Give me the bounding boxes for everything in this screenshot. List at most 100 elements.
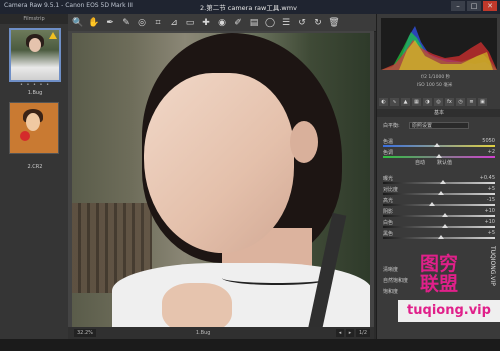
slider-row: 曝光 +0.45 bbox=[383, 175, 495, 184]
white-balance-row: 白平衡: 原照设置 bbox=[383, 122, 495, 131]
preferences-icon[interactable]: ☰ bbox=[280, 17, 292, 29]
minimize-button[interactable]: – bbox=[451, 1, 465, 11]
close-button[interactable]: ✕ bbox=[483, 1, 497, 11]
app-title: Camera Raw 9.5.1 - Canon EOS 5D Mark III bbox=[4, 2, 133, 9]
slider-track[interactable] bbox=[383, 215, 495, 217]
spot-removal-tool-icon[interactable]: ✚ bbox=[200, 17, 212, 29]
graduated-filter-icon[interactable]: ▤ bbox=[248, 17, 260, 29]
subject-hand bbox=[162, 283, 232, 327]
crop-tool-icon[interactable]: ⌗ bbox=[152, 17, 164, 29]
filmstrip-thumbnail-1[interactable] bbox=[9, 28, 61, 82]
slider-track[interactable] bbox=[383, 226, 495, 228]
slider-label: 白色 bbox=[383, 220, 394, 226]
filmstrip-header: Filmstrip bbox=[0, 14, 68, 24]
presets-tab-icon[interactable]: ≣ bbox=[467, 98, 476, 106]
canvas-status-bar: 32.2% 1.Bug ◂ ▸ 1/2 bbox=[68, 327, 374, 339]
watermark-vertical: TUQIONG.VIP bbox=[489, 246, 496, 286]
panel-tabs: ◐ ∿ ▲ ▦ ◑ ◎ fx ◷ ≣ ▣ bbox=[379, 98, 499, 107]
next-image-button[interactable]: ▸ bbox=[346, 329, 354, 337]
slider-handle[interactable] bbox=[438, 191, 445, 195]
rotate-right-icon[interactable]: ↻ bbox=[312, 17, 324, 29]
slider-row: 白色 +10 bbox=[383, 219, 495, 228]
hsl-tab-icon[interactable]: ▦ bbox=[412, 98, 421, 106]
slider-value[interactable]: +2 bbox=[488, 149, 495, 155]
zoom-level[interactable]: 32.2% bbox=[74, 329, 96, 337]
slider-value[interactable]: 5050 bbox=[482, 138, 495, 144]
snapshots-tab-icon[interactable]: ▣ bbox=[478, 98, 487, 106]
default-link[interactable]: 默认值 bbox=[437, 159, 452, 166]
filmstrip-label-1: 1.Bug bbox=[27, 90, 43, 96]
slider-row: 黑色 +5 bbox=[383, 230, 495, 239]
shirt-collar bbox=[222, 271, 332, 285]
current-filename: 1.Bug bbox=[195, 330, 211, 336]
slider-handle[interactable] bbox=[440, 180, 447, 184]
slider-value[interactable]: +10 bbox=[484, 208, 495, 214]
thumbnail-face bbox=[26, 113, 40, 131]
hand-tool-icon[interactable]: ✋ bbox=[88, 17, 100, 29]
slider-track[interactable] bbox=[383, 204, 495, 206]
window-titlebar: Camera Raw 9.5.1 - Canon EOS 5D Mark III… bbox=[0, 0, 500, 15]
lens-tab-icon[interactable]: ◎ bbox=[434, 98, 443, 106]
effects-tab-icon[interactable]: fx bbox=[445, 98, 454, 106]
tool-bar: 🔍 ✋ ✒ ✎ ◎ ⌗ ⊿ ▭ ✚ ◉ ✐ ▤ ◯ ☰ ↺ ↻ 🗑 bbox=[68, 14, 378, 32]
detail-tab-icon[interactable]: ▲ bbox=[401, 98, 410, 106]
subject-ear bbox=[290, 121, 318, 163]
slider-handle[interactable] bbox=[429, 202, 436, 206]
basic-tab-icon[interactable]: ◐ bbox=[379, 98, 388, 106]
camera-calibration-tab-icon[interactable]: ◷ bbox=[456, 98, 465, 106]
slider-handle[interactable] bbox=[436, 154, 442, 158]
zoom-tool-icon[interactable]: 🔍 bbox=[72, 17, 84, 29]
page-indicator: 1/2 bbox=[356, 329, 370, 337]
radial-filter-icon[interactable]: ◯ bbox=[264, 17, 276, 29]
slider-handle[interactable] bbox=[438, 235, 445, 239]
exposure-info: f/2 1/1000 秒 bbox=[421, 75, 451, 80]
slider-value[interactable]: +10 bbox=[484, 219, 495, 225]
slider-label: 黑色 bbox=[383, 231, 394, 237]
slider-label: 曝光 bbox=[383, 176, 394, 182]
navigation-controls: ◂ ▸ 1/2 bbox=[336, 329, 370, 337]
prev-image-button[interactable]: ◂ bbox=[336, 329, 344, 337]
slider-handle[interactable] bbox=[441, 224, 448, 228]
auto-link[interactable]: 自动 bbox=[415, 159, 425, 166]
window-controls: – □ ✕ bbox=[451, 1, 497, 11]
rotate-left-icon[interactable]: ↺ bbox=[296, 17, 308, 29]
slider-row: 色调 +2 bbox=[383, 149, 495, 158]
slider-label: 阴影 bbox=[383, 209, 394, 215]
slider-handle[interactable] bbox=[433, 143, 440, 147]
section-title: 基本 bbox=[377, 109, 500, 117]
slider-value[interactable]: -15 bbox=[487, 197, 495, 203]
color-sampler-tool-icon[interactable]: ✎ bbox=[120, 17, 132, 29]
slider-value[interactable]: +0.45 bbox=[480, 175, 495, 181]
white-balance-select[interactable]: 原照设置 bbox=[409, 122, 469, 129]
split-toning-tab-icon[interactable]: ◑ bbox=[423, 98, 432, 106]
targeted-adjustment-tool-icon[interactable]: ◎ bbox=[136, 17, 148, 29]
watermark-text-2: 联盟 bbox=[420, 273, 459, 295]
slider-track[interactable] bbox=[383, 182, 495, 184]
straighten-tool-icon[interactable]: ⊿ bbox=[168, 17, 180, 29]
image-canvas[interactable] bbox=[68, 31, 374, 327]
white-balance-tool-icon[interactable]: ✒ bbox=[104, 17, 116, 29]
photo-preview[interactable] bbox=[72, 33, 370, 327]
maximize-button[interactable]: □ bbox=[467, 1, 481, 11]
document-title: 2.第二节 camera raw工具.wmv bbox=[200, 4, 297, 12]
watermark-text-1: 图穷 bbox=[420, 253, 459, 275]
rating-stars[interactable]: • • • • • bbox=[9, 82, 61, 88]
camera-info: f/2 1/1000 秒 ISO 100 50 毫米 bbox=[381, 72, 497, 96]
slider-label: 对比度 bbox=[383, 187, 399, 193]
slider-row: 色温 5050 bbox=[383, 138, 495, 147]
watermark-url: tuqiong.vip bbox=[398, 300, 500, 322]
adjustment-brush-icon[interactable]: ✐ bbox=[232, 17, 244, 29]
trash-icon[interactable]: 🗑 bbox=[328, 17, 340, 29]
slider-row: 对比度 +5 bbox=[383, 186, 495, 195]
filmstrip-thumbnail-2[interactable] bbox=[9, 102, 59, 154]
tone-curve-tab-icon[interactable]: ∿ bbox=[390, 98, 399, 106]
slider-handle[interactable] bbox=[441, 213, 448, 217]
filmstrip-panel: Filmstrip • • • • • 1.Bug 2.CR2 bbox=[0, 14, 69, 351]
red-eye-tool-icon[interactable]: ◉ bbox=[216, 17, 228, 29]
slider-value[interactable]: +5 bbox=[488, 230, 495, 236]
watermark-logo: 图穷 联盟 TUQIONG.VIP tuqiong.vip bbox=[398, 246, 500, 351]
slider-row: 阴影 +10 bbox=[383, 208, 495, 217]
transform-tool-icon[interactable]: ▭ bbox=[184, 17, 196, 29]
slider-value[interactable]: +5 bbox=[488, 186, 495, 192]
slider-row: 高光 -15 bbox=[383, 197, 495, 206]
